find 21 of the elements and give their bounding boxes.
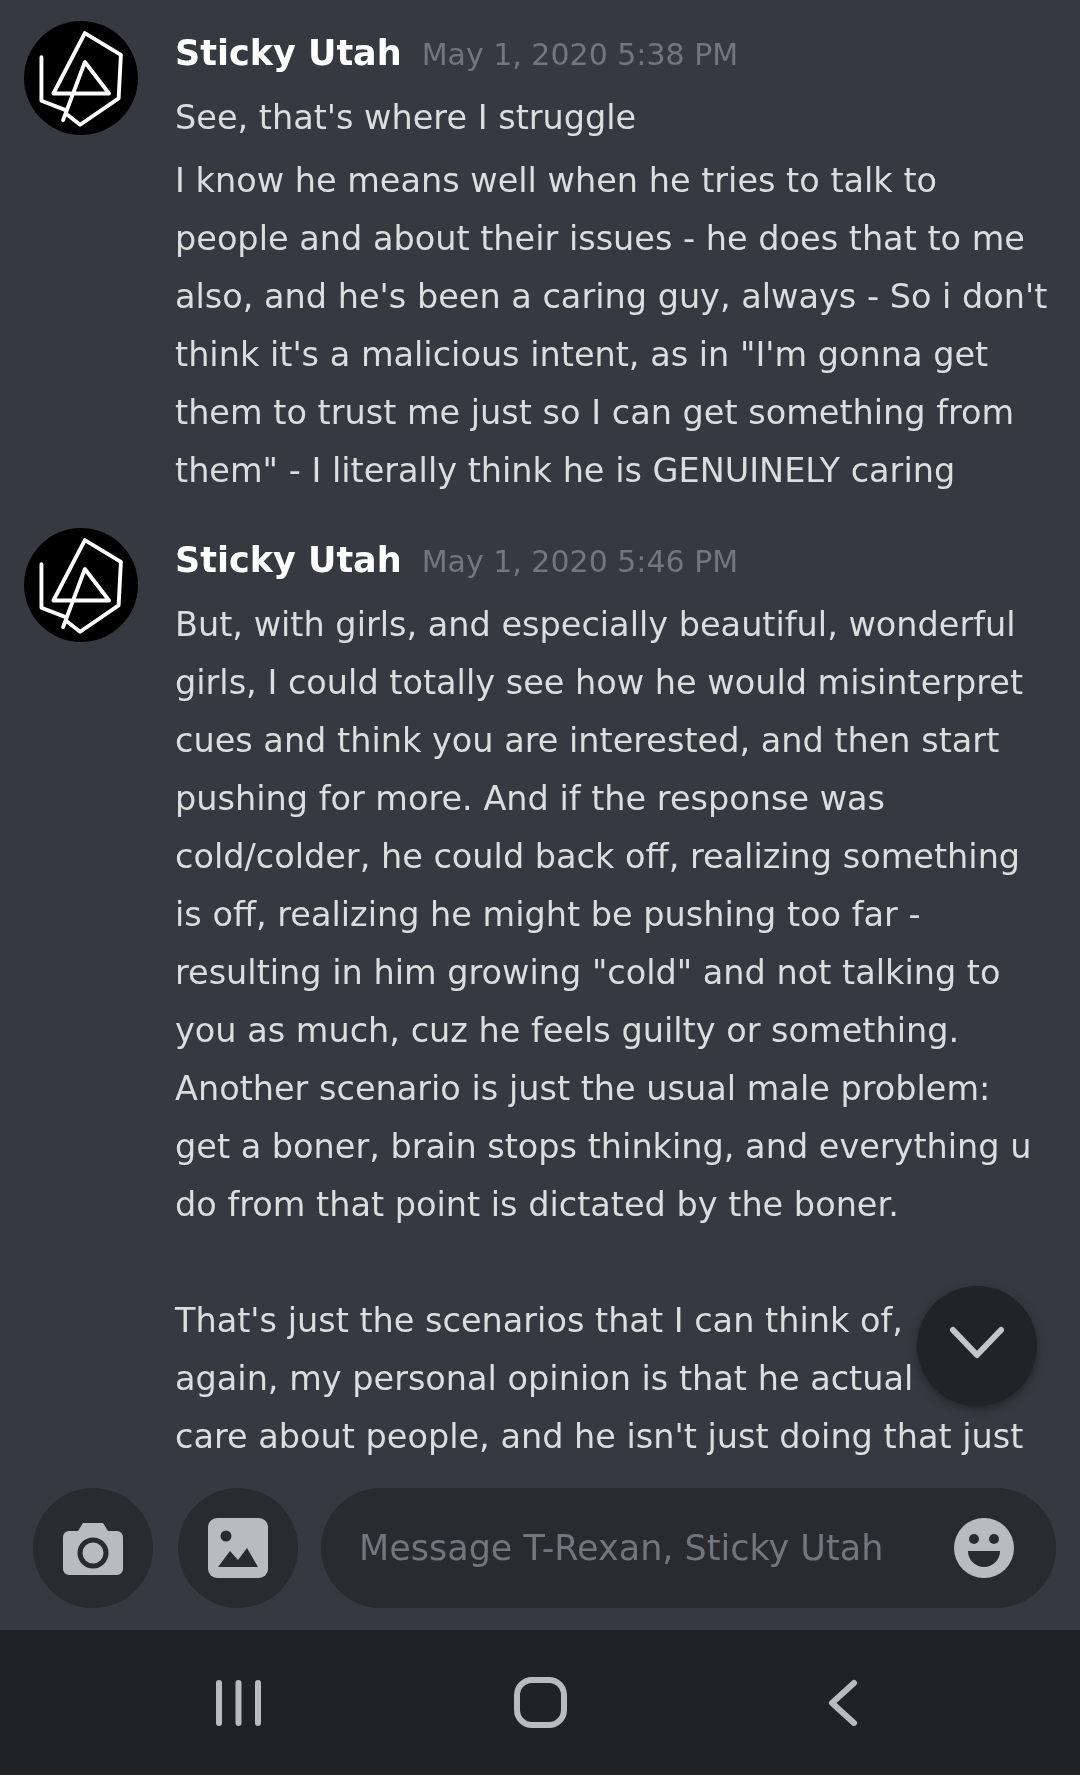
avatar-icon[interactable] [24, 21, 138, 135]
image-icon [208, 1518, 268, 1578]
avatar-icon[interactable] [24, 528, 138, 642]
author-name[interactable]: Sticky Utah [175, 531, 402, 589]
smiley-icon [954, 1518, 1014, 1578]
back-icon [826, 1678, 858, 1727]
message-text: again, my personal opinion is that he actual [175, 1358, 914, 1400]
message-text: That's just the scenarios that I can think of, [175, 1300, 903, 1342]
emoji-button[interactable] [954, 1518, 1014, 1578]
message-text: But, with girls, and especially beautiful, wonderful girls, I could totally see how he would misinterpret cues and think you are interested, and then start pushing for more. And if the response was cold/colder, he could back off, realizing something is off, realizing he might be pushing too far - resulting in him growing "cold" and not talking to you as much, cuz he feels guilty or something. Another scenario is just the usual male problem: get a boner, brain stops thinking, and everything u do from that point is dictated by the boner. [175, 604, 1033, 1226]
message-timestamp: May 1, 2020 5:46 PM [421, 543, 739, 581]
message-text: I know he means well when he tries to talk to people and about their issues - he does that to me also, and he's been a caring guy, always - So i don't think it's a malicious intent, as in "I'm gonna get them to trust me just so I can get something from them" - I literally think he is GENUINELY caring [175, 160, 1049, 492]
rounded-square-icon [513, 1677, 567, 1728]
three-bars-icon [214, 1678, 262, 1727]
camera-icon [63, 1521, 123, 1575]
message-timestamp: May 1, 2020 5:38 PM [421, 36, 739, 74]
chevron-down-icon [949, 1326, 1005, 1360]
message-text: care about people, and he isn't just doing that just [175, 1416, 1024, 1458]
message-text: See, that's where I struggle [175, 97, 637, 139]
message-input[interactable]: Message T-Rexan, Sticky Utah [321, 1488, 1056, 1608]
author-name[interactable]: Sticky Utah [175, 24, 402, 82]
